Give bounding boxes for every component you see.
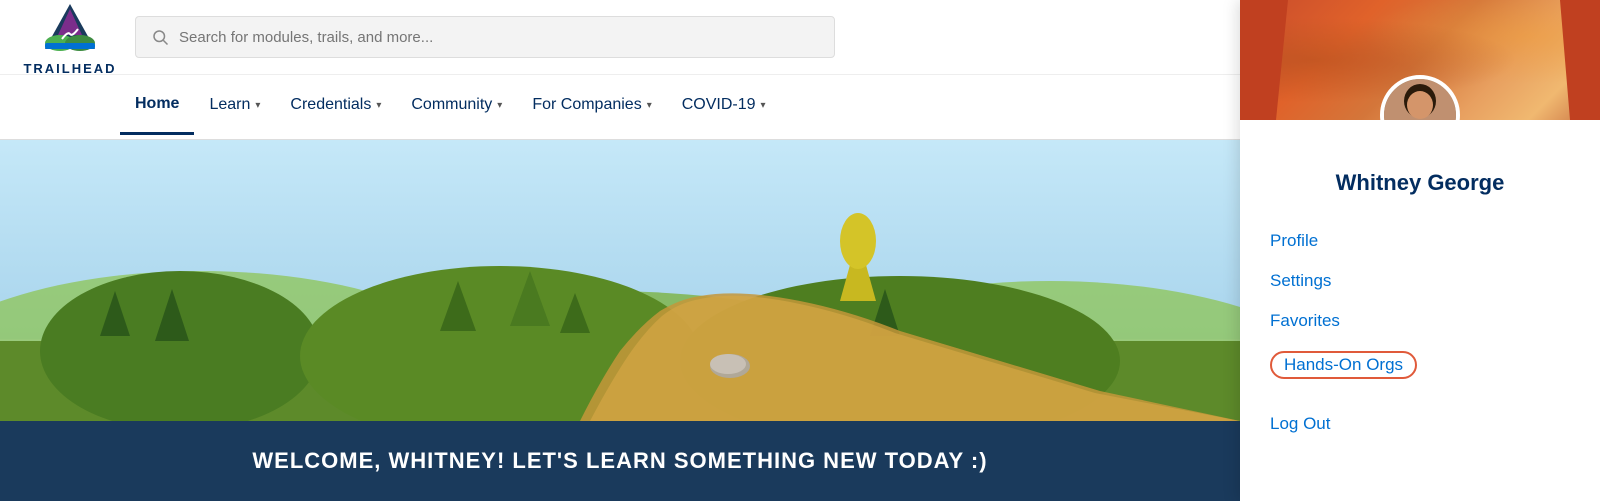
search-icon [151, 28, 169, 46]
log-out-menu-item[interactable]: Log Out [1270, 404, 1570, 444]
logo-area[interactable]: TRAILHEAD [20, 0, 120, 76]
nav-item-home[interactable]: Home [120, 75, 194, 135]
chevron-down-icon: ▾ [376, 100, 381, 111]
arch-right-decoration [1500, 0, 1600, 120]
panel-avatar [1380, 75, 1460, 120]
nav-item-community[interactable]: Community ▾ [396, 75, 517, 135]
nav-item-credentials[interactable]: Credentials ▾ [275, 75, 396, 135]
panel-header-background [1240, 0, 1600, 120]
nav-item-for-companies[interactable]: For Companies ▾ [517, 75, 666, 135]
user-dropdown-panel: Whitney George Profile Settings Favorite… [1240, 0, 1600, 501]
logo-text: TRAILHEAD [23, 61, 116, 76]
panel-body: Whitney George Profile Settings Favorite… [1240, 120, 1600, 501]
search-input[interactable] [179, 29, 819, 46]
welcome-banner: WELCOME, WHITNEY! LET'S LEARN SOMETHING … [0, 421, 1240, 501]
chevron-down-icon: ▾ [497, 100, 502, 111]
favorites-menu-item[interactable]: Favorites [1270, 301, 1570, 341]
nav-item-covid19[interactable]: COVID-19 ▾ [667, 75, 781, 135]
chevron-down-icon: ▾ [647, 100, 652, 111]
highlighted-label: Hands-On Orgs [1270, 351, 1417, 379]
trailhead-logo-icon [40, 0, 100, 59]
profile-menu-item[interactable]: Profile [1270, 221, 1570, 261]
landscape-svg [0, 141, 1240, 421]
search-bar[interactable] [135, 16, 835, 58]
chevron-down-icon: ▾ [255, 100, 260, 111]
nav-item-learn[interactable]: Learn ▾ [194, 75, 275, 135]
chevron-down-icon: ▾ [761, 100, 766, 111]
welcome-text: WELCOME, WHITNEY! LET'S LEARN SOMETHING … [252, 448, 987, 474]
hands-on-orgs-menu-item[interactable]: Hands-On Orgs [1270, 341, 1570, 389]
settings-menu-item[interactable]: Settings [1270, 261, 1570, 301]
arch-left-decoration [1240, 0, 1360, 120]
panel-user-name: Whitney George [1270, 170, 1570, 196]
